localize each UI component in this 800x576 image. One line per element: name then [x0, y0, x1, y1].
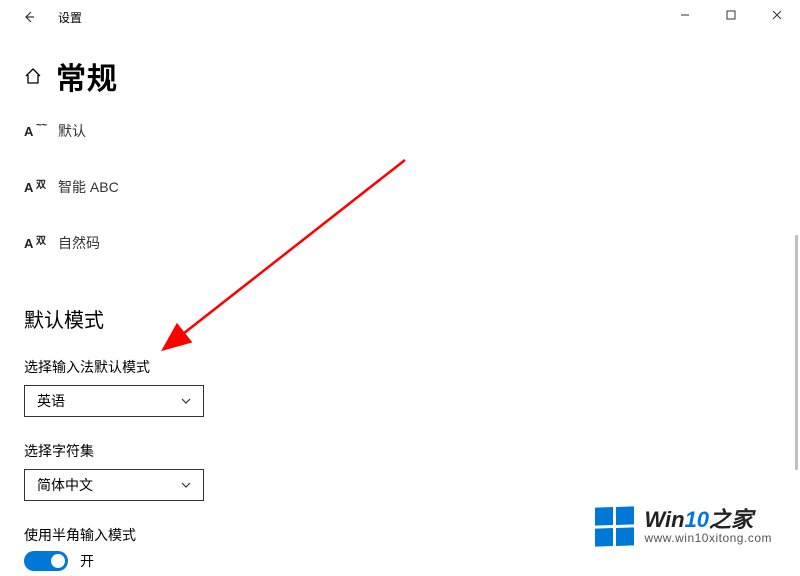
- close-button[interactable]: [754, 0, 800, 30]
- label-charset: 选择字符集: [24, 441, 800, 461]
- ime-item[interactable]: A双 自然码: [24, 220, 800, 266]
- ime-glyph-icon: A双: [24, 180, 58, 195]
- home-icon-svg: [24, 67, 42, 85]
- minimize-button[interactable]: [662, 0, 708, 30]
- ime-glyph-icon: A~~: [24, 124, 58, 139]
- page-heading-row: 常规: [22, 54, 800, 98]
- page-title: 常规: [56, 54, 118, 98]
- toggle-halfwidth[interactable]: [24, 551, 68, 571]
- close-icon: [772, 10, 782, 20]
- select-charset[interactable]: 简体中文: [24, 469, 204, 501]
- maximize-button[interactable]: [708, 0, 754, 30]
- select-value: 简体中文: [37, 475, 93, 495]
- back-button[interactable]: [18, 6, 40, 28]
- maximize-icon: [726, 10, 736, 20]
- watermark-url: www.win10xitong.com: [644, 532, 772, 545]
- label-input-mode: 选择输入法默认模式: [24, 357, 800, 377]
- ime-item-label: 默认: [58, 121, 86, 141]
- select-value: 英语: [37, 391, 65, 411]
- window-controls: [662, 0, 800, 30]
- ime-item[interactable]: A双 智能 ABC: [24, 164, 800, 210]
- ime-item-label: 智能 ABC: [58, 177, 119, 197]
- scrollbar-thumb[interactable]: [795, 235, 798, 470]
- home-icon[interactable]: [22, 65, 44, 87]
- toggle-state-label: 开: [80, 551, 94, 571]
- chevron-down-icon: [179, 394, 193, 408]
- watermark: Win10之家 www.win10xitong.com: [595, 507, 772, 546]
- chevron-down-icon: [179, 478, 193, 492]
- window-title: 设置: [58, 9, 82, 26]
- windows-logo-icon: [595, 506, 634, 546]
- minimize-icon: [680, 10, 690, 20]
- watermark-title: Win10之家: [644, 508, 772, 532]
- toggle-halfwidth-row: 开: [24, 551, 800, 571]
- back-arrow-icon: [22, 10, 36, 24]
- toggle-knob: [51, 554, 65, 568]
- ime-item-label: 自然码: [58, 233, 100, 253]
- ime-glyph-icon: A双: [24, 236, 58, 251]
- ime-item[interactable]: A~~ 默认: [24, 108, 800, 154]
- section-title-default-mode: 默认模式: [24, 304, 800, 333]
- select-input-mode[interactable]: 英语: [24, 385, 204, 417]
